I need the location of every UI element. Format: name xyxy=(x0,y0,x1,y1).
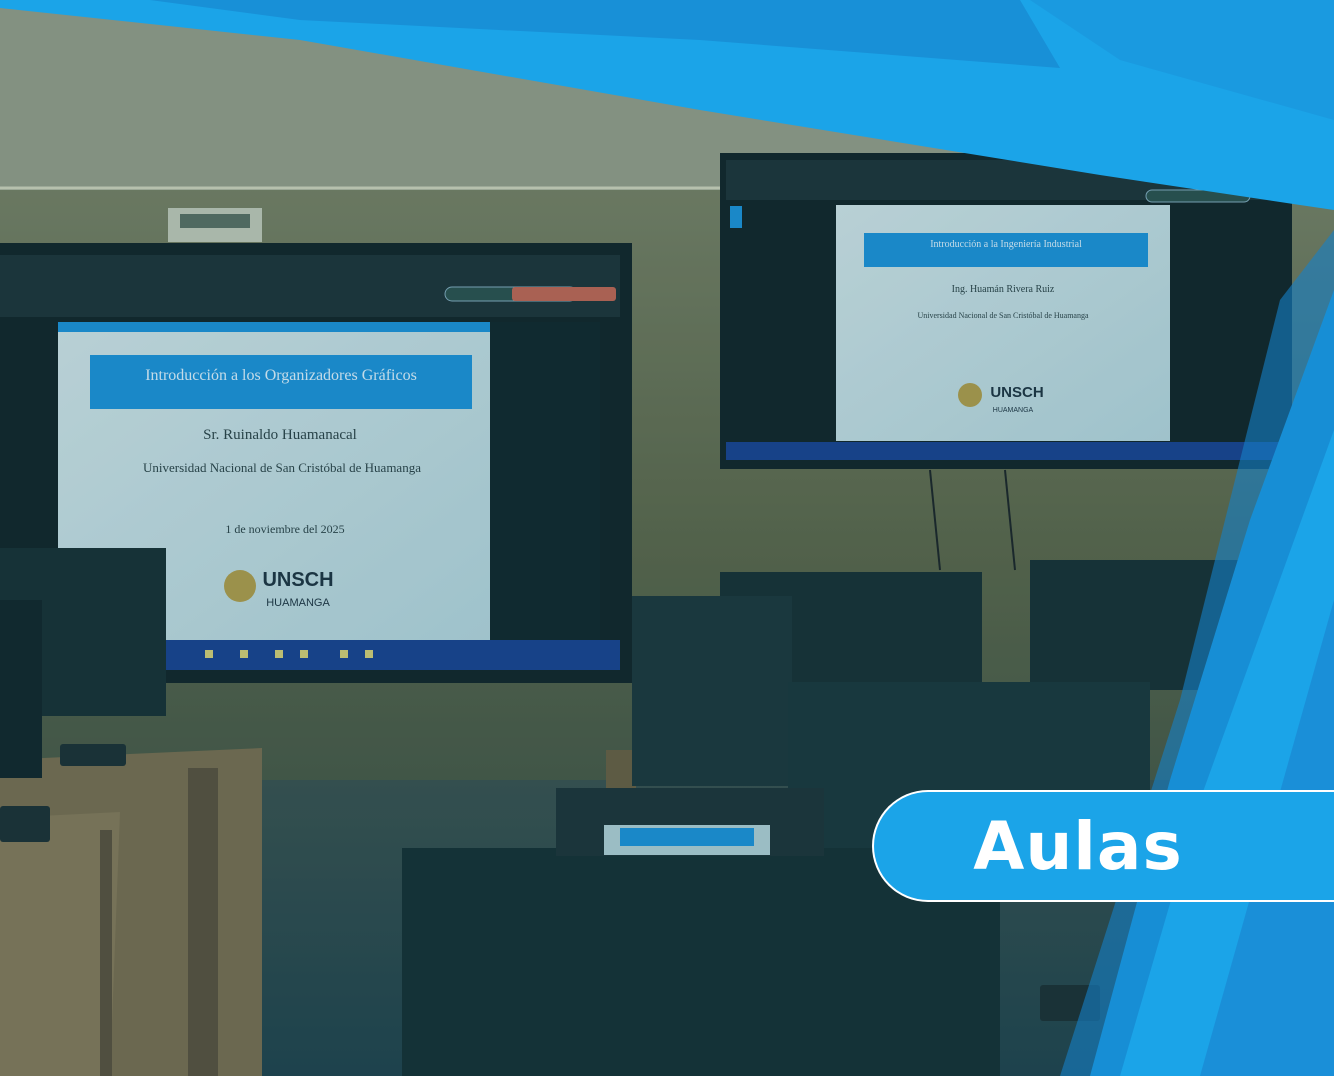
photo-stage: Introducción a los Organizadores Gráfico… xyxy=(0,0,1334,1076)
classroom-photo: Introducción a los Organizadores Gráfico… xyxy=(0,0,1334,1076)
badge-label: Aulas xyxy=(973,807,1183,885)
aulas-badge: Aulas xyxy=(872,790,1334,902)
